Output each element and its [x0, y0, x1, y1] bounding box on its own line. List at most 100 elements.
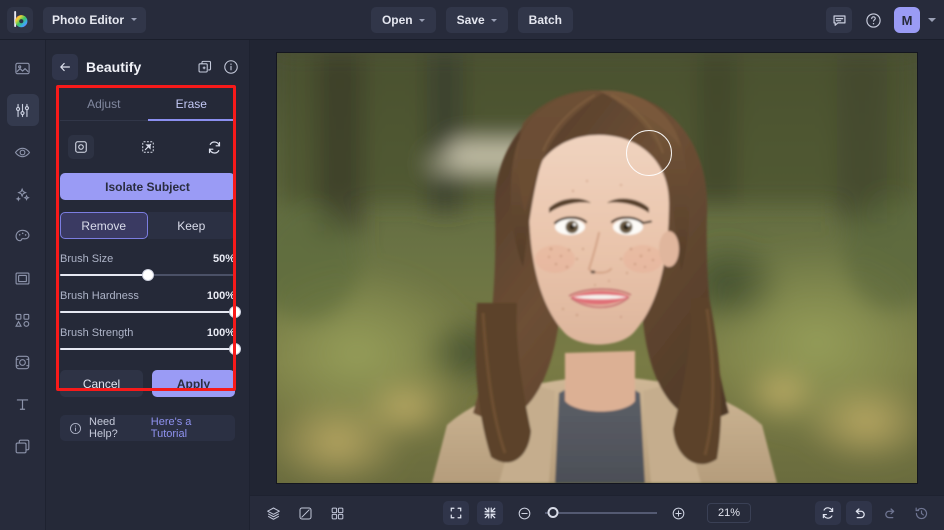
tutorial-link[interactable]: Here's a Tutorial: [151, 416, 226, 440]
tab-adjust[interactable]: Adjust: [60, 90, 148, 121]
need-help-text: Need Help?: [89, 416, 144, 440]
brush-size-label-row: Brush Size 50%: [60, 253, 235, 265]
fit-screen-button[interactable]: [443, 501, 469, 525]
sidebar-item-artsy-tools[interactable]: [7, 220, 39, 252]
sidebar-item-image-tools[interactable]: [7, 52, 39, 84]
apply-button-label: Apply: [177, 377, 210, 391]
brush-hardness-fill: [60, 311, 235, 313]
sidebar-item-retouch-tools[interactable]: [7, 136, 39, 168]
brush-hardness-knob[interactable]: [229, 306, 241, 318]
panel-header-icons: [197, 59, 239, 75]
top-bar: Photo Editor Open Save Batch: [0, 0, 944, 40]
compare-button[interactable]: [292, 501, 318, 525]
cancel-button[interactable]: Cancel: [60, 370, 143, 397]
brush-size-fill: [60, 274, 148, 276]
sidebar-item-layers-tools[interactable]: [7, 430, 39, 462]
brush-size-slider[interactable]: [60, 274, 235, 276]
mask-square-icon[interactable]: [68, 135, 94, 159]
brush-strength-label: Brush Strength: [60, 327, 133, 339]
avatar-initial: M: [902, 13, 913, 28]
back-button[interactable]: [52, 54, 78, 80]
layers-button[interactable]: [260, 501, 286, 525]
zoom-slider-knob[interactable]: [548, 507, 559, 518]
mode-keep-label: Keep: [177, 219, 205, 233]
color-wheel-logo[interactable]: [7, 7, 33, 33]
batch-button-label: Batch: [529, 13, 562, 27]
left-tool-rail: [0, 40, 46, 530]
open-button-label: Open: [382, 13, 413, 27]
page-title: Beautify: [86, 59, 197, 75]
sidebar-item-edit-tools[interactable]: [7, 94, 39, 126]
need-help-banner[interactable]: Need Help? Here's a Tutorial: [60, 415, 235, 441]
panel-actions: Cancel Apply: [60, 370, 235, 397]
zoom-slider[interactable]: [545, 512, 657, 514]
brush-strength-slider-group: Brush Strength 100%: [60, 327, 235, 350]
sidebar-item-effects-tools[interactable]: [7, 178, 39, 210]
mode-remove-button[interactable]: Remove: [60, 212, 148, 239]
account-chevron-down-icon[interactable]: [928, 18, 936, 22]
tab-erase-label: Erase: [176, 97, 207, 111]
info-circle-icon: [69, 422, 82, 435]
mode-remove-label: Remove: [81, 219, 126, 233]
zoom-out-button[interactable]: [511, 501, 537, 525]
brush-hardness-label: Brush Hardness: [60, 290, 139, 302]
save-button-label: Save: [457, 13, 485, 27]
bottom-right-tools: [815, 501, 934, 525]
zoom-level-value[interactable]: 21%: [707, 503, 751, 523]
panel-header: Beautify: [46, 48, 249, 86]
sidebar-item-frames-tools[interactable]: [7, 262, 39, 294]
brush-size-knob[interactable]: [142, 269, 154, 281]
undo-button[interactable]: [846, 501, 872, 525]
erase-tool-row: [46, 121, 249, 163]
history-button[interactable]: [908, 501, 934, 525]
feedback-button[interactable]: [826, 7, 852, 33]
save-button[interactable]: Save: [446, 7, 508, 33]
invert-square-icon[interactable]: [135, 135, 161, 159]
tab-erase[interactable]: Erase: [148, 90, 236, 121]
zoom-in-button[interactable]: [665, 501, 691, 525]
chevron-down-icon: [131, 18, 137, 21]
avatar[interactable]: M: [894, 7, 920, 33]
reset-button[interactable]: [815, 501, 841, 525]
bottom-toolbar: 21%: [250, 495, 944, 530]
brush-strength-value: 100%: [207, 327, 235, 339]
grid-button[interactable]: [324, 501, 350, 525]
cancel-button-label: Cancel: [83, 377, 120, 391]
sidebar-item-overlays-tools[interactable]: [7, 346, 39, 378]
bottom-left-tools: [260, 501, 350, 525]
brush-strength-fill: [60, 348, 235, 350]
tab-adjust-label: Adjust: [87, 97, 120, 111]
top-bar-right-actions: M: [826, 0, 936, 40]
brush-hardness-value: 100%: [207, 290, 235, 302]
actual-size-button[interactable]: [477, 501, 503, 525]
apply-button[interactable]: Apply: [152, 370, 235, 397]
photo-editor-app: Photo Editor Open Save Batch: [0, 0, 944, 530]
refresh-icon[interactable]: [201, 135, 227, 159]
sidebar-item-graphics-tools[interactable]: [7, 304, 39, 336]
isolate-subject-label: Isolate Subject: [105, 180, 190, 194]
brush-size-value: 50%: [213, 253, 235, 265]
chevron-down-icon: [491, 19, 497, 22]
open-button[interactable]: Open: [371, 7, 436, 33]
erase-mode-segmented-control: Remove Keep: [60, 212, 235, 239]
panel-tabs: Adjust Erase: [60, 90, 235, 121]
brush-hardness-slider-group: Brush Hardness 100%: [60, 290, 235, 313]
product-switcher-label: Photo Editor: [52, 13, 124, 27]
help-button[interactable]: [860, 7, 886, 33]
batch-button[interactable]: Batch: [518, 7, 573, 33]
brush-hardness-slider[interactable]: [60, 311, 235, 313]
brush-strength-label-row: Brush Strength 100%: [60, 327, 235, 339]
isolate-subject-button[interactable]: Isolate Subject: [60, 173, 235, 200]
info-circle-icon[interactable]: [223, 59, 239, 75]
product-switcher[interactable]: Photo Editor: [43, 7, 146, 33]
mode-keep-button[interactable]: Keep: [148, 212, 236, 239]
brush-strength-slider[interactable]: [60, 348, 235, 350]
sidebar-item-text-tools[interactable]: [7, 388, 39, 420]
brush-strength-knob[interactable]: [229, 343, 241, 355]
brush-size-label: Brush Size: [60, 253, 113, 265]
canvas-area[interactable]: [250, 40, 944, 495]
photo-canvas[interactable]: [277, 53, 917, 483]
duplicate-icon[interactable]: [197, 59, 213, 75]
redo-button[interactable]: [877, 501, 903, 525]
brush-size-slider-group: Brush Size 50%: [60, 253, 235, 276]
